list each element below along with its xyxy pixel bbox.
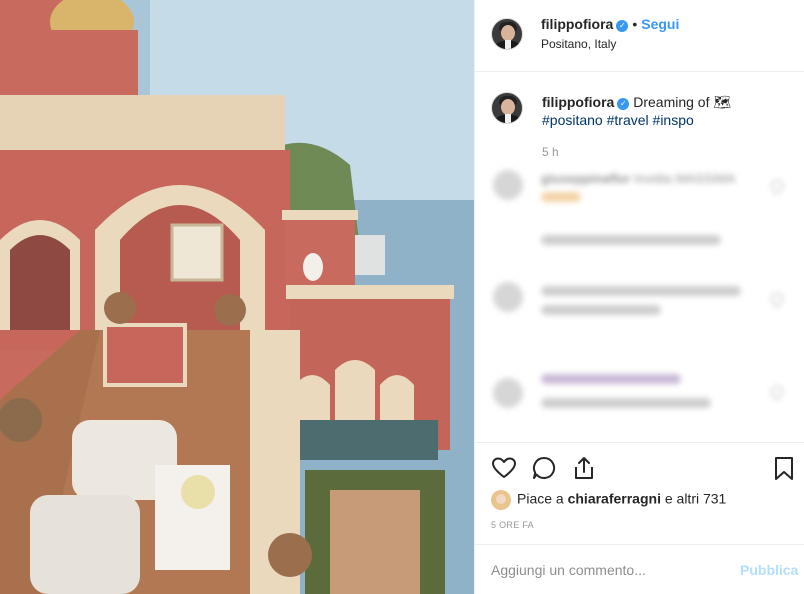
heart-icon[interactable]: [491, 455, 517, 481]
blurred-comment: giuseppinaflor Invidia MASSIMA: [541, 171, 735, 186]
caption-age: 5 h: [542, 145, 559, 159]
post-photo[interactable]: [0, 0, 474, 594]
caption-username[interactable]: filippofiora: [542, 94, 614, 110]
follow-button[interactable]: Segui: [641, 16, 679, 32]
verified-icon: ✓: [616, 20, 629, 32]
post-caption: filippofiora ✓ Dreaming of 🗺 #positano #t…: [542, 93, 792, 129]
comment-form: Pubblica: [475, 544, 804, 594]
author-avatar[interactable]: [491, 18, 523, 50]
post-location[interactable]: Positano, Italy: [541, 37, 616, 51]
separator-dot: •: [632, 16, 638, 32]
comment-avatar: [493, 170, 523, 200]
post-timestamp[interactable]: 5 ORE FA: [491, 520, 534, 530]
comment-placeholder-line: [541, 374, 681, 384]
comment-placeholder-line: [541, 305, 661, 315]
post-header: filippofiora ✓ • Segui Positano, Italy: [475, 0, 804, 72]
comment-username: giuseppinaflor: [541, 171, 631, 186]
hashtag-positano[interactable]: #positano: [542, 112, 603, 128]
blurred-comments: giuseppinaflor Invidia MASSIMA: [475, 160, 804, 442]
comment-input[interactable]: [491, 559, 711, 581]
positano-villa-photo: [0, 0, 474, 594]
heart-icon: [768, 290, 786, 308]
comment-avatar: [493, 282, 523, 312]
caption-text: Dreaming of 🗺: [633, 94, 732, 110]
hashtag-travel[interactable]: #travel: [607, 112, 649, 128]
comment-text: Invidia MASSIMA: [634, 171, 736, 186]
comment-avatar: [493, 378, 523, 408]
comment-placeholder-line: [541, 398, 711, 408]
post-actions: Piace a chiaraferragni e altri 731 5 ORE…: [475, 442, 804, 544]
comment-placeholder-line: [541, 235, 721, 245]
caption-avatar[interactable]: [491, 92, 523, 124]
publish-button[interactable]: Pubblica: [740, 562, 798, 578]
comment-icon[interactable]: [531, 455, 557, 481]
share-icon[interactable]: [571, 455, 597, 481]
comment-placeholder-line: [541, 286, 741, 296]
liker-username[interactable]: chiaraferragni: [568, 491, 661, 507]
hashtag-inspo[interactable]: #inspo: [653, 112, 694, 128]
author-username[interactable]: filippofiora: [541, 16, 613, 32]
post-side-panel: filippofiora ✓ • Segui Positano, Italy fili…: [474, 0, 804, 594]
verified-icon: ✓: [617, 98, 630, 110]
heart-icon: [768, 177, 786, 195]
likes-prefix: Piace a: [517, 490, 564, 507]
liker-avatar[interactable]: [491, 490, 511, 510]
bookmark-icon[interactable]: [771, 455, 797, 481]
heart-icon: [768, 383, 786, 401]
comment-emoji-placeholder: [541, 192, 581, 202]
header-user-row: filippofiora ✓ • Segui: [541, 16, 679, 34]
likes-summary: Piace a chiaraferragni e altri 731: [491, 490, 726, 510]
likes-others[interactable]: e altri 731: [665, 491, 726, 507]
